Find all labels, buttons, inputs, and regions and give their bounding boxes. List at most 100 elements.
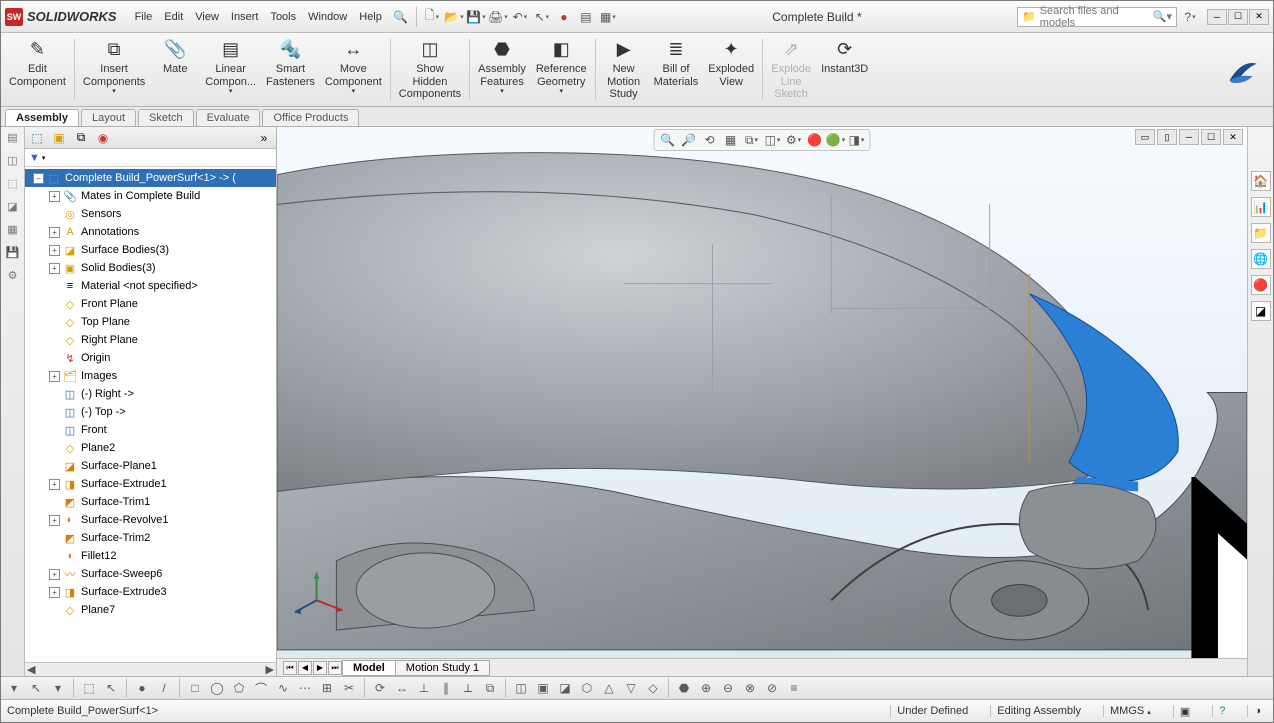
sketch-tool-button[interactable]: / <box>155 679 173 697</box>
tree-node[interactable]: +〰Surface-Sweep6 <box>25 565 276 583</box>
sketch-tool-button[interactable]: ◇ <box>644 679 662 697</box>
tree-node[interactable]: ◩Surface-Trim2 <box>25 529 276 547</box>
sketch-tool-button[interactable]: ▣ <box>534 679 552 697</box>
sketch-tool-button[interactable]: ↖ <box>102 679 120 697</box>
ribbon-edit[interactable]: ✎EditComponent <box>5 35 70 104</box>
sketch-tool-button[interactable]: ⬣ <box>675 679 693 697</box>
sketch-tool-button[interactable]: ⟳ <box>371 679 389 697</box>
tab-evaluate[interactable]: Evaluate <box>196 109 261 126</box>
bottom-tab-model[interactable]: Model <box>342 660 396 676</box>
rail-icon[interactable]: ⚙ <box>8 269 18 282</box>
taskpane-button[interactable]: 🌐 <box>1251 249 1271 269</box>
expand-icon[interactable]: + <box>49 587 60 598</box>
rail-icon[interactable]: 💾 <box>6 246 20 259</box>
menu-file[interactable]: File <box>129 9 159 25</box>
rail-icon[interactable]: ⬚ <box>7 177 17 190</box>
tree-node[interactable]: ◗Fillet12 <box>25 547 276 565</box>
tree-node[interactable]: +◪Surface Bodies(3) <box>25 241 276 259</box>
tree-node[interactable]: ◇Plane7 <box>25 601 276 619</box>
tab-sketch[interactable]: Sketch <box>138 109 194 126</box>
sketch-tool-button[interactable]: ⊘ <box>763 679 781 697</box>
ribbon-linear[interactable]: ▤LinearCompon...▾ <box>201 35 260 104</box>
tree-node[interactable]: ◎Sensors <box>25 205 276 223</box>
tab-nav-button[interactable]: ⏮ <box>283 661 297 675</box>
minimize-button[interactable]: ─ <box>1207 9 1227 25</box>
tab-nav-button[interactable]: ◀ <box>298 661 312 675</box>
ribbon-move[interactable]: ↔MoveComponent▾ <box>321 35 386 104</box>
status-help-icon[interactable]: ? <box>1212 705 1231 717</box>
ribbon-bill-of[interactable]: ≣Bill ofMaterials <box>650 35 703 104</box>
ribbon-show[interactable]: ◫ShowHiddenComponents <box>395 35 465 104</box>
rail-icon[interactable]: ▤ <box>7 131 17 144</box>
sketch-tool-button[interactable]: ≡ <box>785 679 803 697</box>
menu-edit[interactable]: Edit <box>158 9 189 25</box>
select-button[interactable]: ↖ <box>533 8 551 26</box>
sketch-tool-button[interactable]: □ <box>186 679 204 697</box>
sketch-tool-button[interactable]: ▽ <box>622 679 640 697</box>
expand-icon[interactable]: + <box>49 245 60 256</box>
maximize-button[interactable]: ☐ <box>1228 9 1248 25</box>
sketch-tool-button[interactable]: △ <box>600 679 618 697</box>
taskpane-button[interactable]: 📊 <box>1251 197 1271 217</box>
sketch-tool-button[interactable]: ◫ <box>512 679 530 697</box>
expand-icon[interactable]: + <box>49 227 60 238</box>
fm-tab-property[interactable]: ▣ <box>51 130 67 146</box>
open-doc-button[interactable]: 📂 <box>445 8 463 26</box>
sketch-tool-button[interactable]: ⌒ <box>252 679 270 697</box>
sketch-tool-button[interactable]: ✂ <box>340 679 358 697</box>
undo-button[interactable]: ↶ <box>511 8 529 26</box>
options-button[interactable]: ▤ <box>577 8 595 26</box>
sketch-tool-button[interactable]: ⊗ <box>741 679 759 697</box>
expand-icon[interactable]: − <box>33 173 44 184</box>
ribbon-instant-d[interactable]: ⟳Instant3D <box>817 35 872 104</box>
tree-node[interactable]: ◇Top Plane <box>25 313 276 331</box>
expand-icon[interactable]: + <box>49 191 60 202</box>
bottom-tab-motion-study-1[interactable]: Motion Study 1 <box>395 660 490 676</box>
sketch-tool-button[interactable]: ◯ <box>208 679 226 697</box>
sketch-tool-button[interactable]: ● <box>133 679 151 697</box>
tree-node[interactable]: ◫Front <box>25 421 276 439</box>
ribbon-exploded[interactable]: ✦ExplodedView <box>704 35 758 104</box>
menu-window[interactable]: Window <box>302 9 353 25</box>
menu-help[interactable]: Help <box>353 9 388 25</box>
tree-node[interactable]: +◐Surface-Revolve1 <box>25 511 276 529</box>
properties-button[interactable]: ▦ <box>599 8 617 26</box>
save-button[interactable]: 💾 <box>467 8 485 26</box>
close-button[interactable]: ✕ <box>1249 9 1269 25</box>
tree-node[interactable]: ◩Surface-Trim1 <box>25 493 276 511</box>
sketch-tool-button[interactable]: ⬡ <box>578 679 596 697</box>
viewport[interactable]: 🔍🔎⟲▦⧉◫⚙🔴🟢◨ ▭ ▯ ─ ☐ ✕ <box>277 127 1247 676</box>
rebuild-button[interactable]: ● <box>555 8 573 26</box>
sketch-tool-button[interactable]: ↔ <box>393 679 411 697</box>
sketch-tool-button[interactable]: ⊞ <box>318 679 336 697</box>
fm-tab-config[interactable]: ⧉ <box>73 130 89 146</box>
tree-node[interactable]: ◇Right Plane <box>25 331 276 349</box>
search-go-icon[interactable]: 🔍▾ <box>1153 10 1172 23</box>
sketch-tool-button[interactable]: ⊥ <box>415 679 433 697</box>
expand-icon[interactable]: + <box>49 263 60 274</box>
tree-node[interactable]: ◫(-) Right -> <box>25 385 276 403</box>
status-rebuild-icon[interactable]: ◑ <box>1247 705 1267 717</box>
sketch-tool-button[interactable]: ∥ <box>437 679 455 697</box>
taskpane-button[interactable]: ◪ <box>1251 301 1271 321</box>
taskpane-button[interactable]: 📁 <box>1251 223 1271 243</box>
expand-icon[interactable]: + <box>49 569 60 580</box>
help-button[interactable]: ? <box>1181 8 1199 26</box>
ribbon-mate[interactable]: 📎Mate <box>151 35 199 104</box>
tab-layout[interactable]: Layout <box>81 109 136 126</box>
expand-icon[interactable]: + <box>49 479 60 490</box>
menu-tools[interactable]: Tools <box>264 9 302 25</box>
sketch-tool-button[interactable]: ↖ <box>27 679 45 697</box>
rail-icon[interactable]: ◫ <box>7 154 17 167</box>
tree-node[interactable]: ◫(-) Top -> <box>25 403 276 421</box>
tab-office-products[interactable]: Office Products <box>262 109 359 126</box>
taskpane-button[interactable]: 🔴 <box>1251 275 1271 295</box>
tree-node[interactable]: +◨Surface-Extrude3 <box>25 583 276 601</box>
sketch-tool-button[interactable]: ⧉ <box>481 679 499 697</box>
tree-node[interactable]: +🗂Images <box>25 367 276 385</box>
sketch-tool-button[interactable]: ◪ <box>556 679 574 697</box>
sketch-tool-button[interactable]: ⋯ <box>296 679 314 697</box>
rail-icon[interactable]: ▦ <box>7 223 17 236</box>
expand-icon[interactable]: + <box>49 371 60 382</box>
tab-assembly[interactable]: Assembly <box>5 109 79 126</box>
